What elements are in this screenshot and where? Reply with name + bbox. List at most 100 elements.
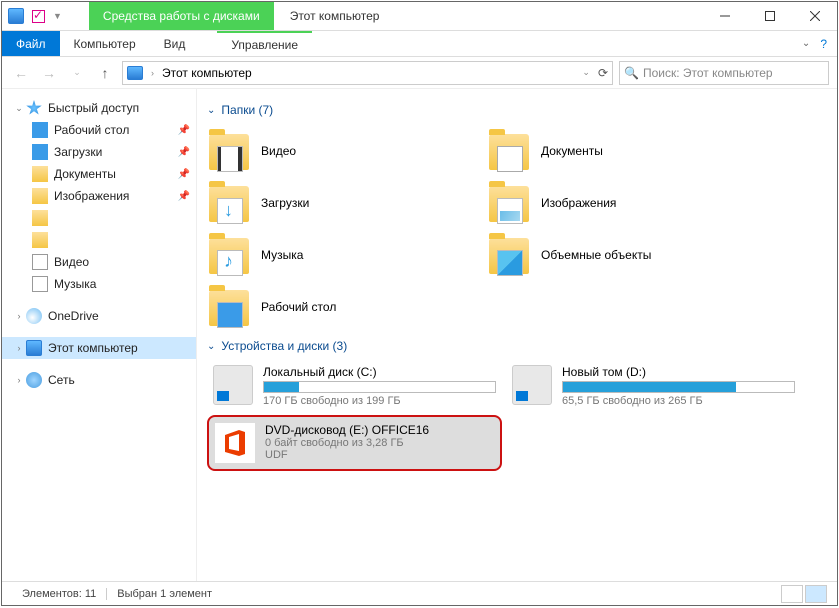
nav-item-label: Рабочий стол bbox=[54, 123, 129, 137]
details-view-button[interactable] bbox=[781, 585, 803, 603]
nav-onedrive[interactable]: › OneDrive bbox=[2, 305, 196, 327]
folder-item[interactable]: Документы bbox=[487, 125, 767, 177]
chevron-down-icon: ⌄ bbox=[207, 341, 215, 352]
tab-manage[interactable]: Управление bbox=[217, 31, 312, 56]
folder-item[interactable]: Рабочий стол bbox=[207, 281, 487, 333]
tab-computer[interactable]: Компьютер bbox=[60, 31, 150, 56]
folder-name: Объемные объекты bbox=[541, 248, 651, 262]
drive-name: DVD-дисковод (E:) OFFICE16 bbox=[265, 423, 494, 437]
group-drives[interactable]: ⌄ Устройства и диски (3) bbox=[207, 339, 827, 353]
drive-free: 170 ГБ свободно из 199 ГБ bbox=[263, 395, 496, 407]
folder-item[interactable]: Музыка bbox=[207, 229, 487, 281]
chevron-right-icon[interactable]: › bbox=[12, 311, 26, 321]
minimize-button[interactable] bbox=[702, 2, 747, 30]
drive-name: Новый том (D:) bbox=[562, 365, 795, 379]
address-dropdown-icon[interactable]: ⌄ bbox=[580, 67, 592, 78]
ribbon-expand-icon[interactable]: ⌄ bbox=[802, 38, 810, 49]
chevron-down-icon: ⌄ bbox=[207, 105, 215, 116]
desktop-icon bbox=[32, 122, 48, 138]
sidebar-item[interactable]: Музыка bbox=[2, 273, 196, 295]
drive-free: 0 байт свободно из 3,28 ГБ bbox=[265, 437, 494, 449]
drive-fs: UDF bbox=[265, 449, 494, 461]
pics-icon bbox=[32, 188, 48, 204]
drive-info: Локальный диск (C:) 170 ГБ свободно из 1… bbox=[263, 365, 496, 407]
sidebar-item[interactable]: Видео bbox=[2, 251, 196, 273]
tab-view[interactable]: Вид bbox=[150, 31, 200, 56]
folder-icon bbox=[209, 182, 251, 224]
folder-icon bbox=[209, 286, 251, 328]
chevron-right-icon[interactable]: › bbox=[149, 68, 156, 78]
drive-info: Новый том (D:) 65,5 ГБ свободно из 265 Г… bbox=[562, 365, 795, 407]
nav-label: Этот компьютер bbox=[48, 341, 138, 355]
explorer-window: ▼ Средства работы с дисками Этот компьют… bbox=[1, 1, 838, 606]
chevron-down-icon[interactable]: ⌄ bbox=[12, 103, 26, 114]
sidebar-item[interactable]: Загрузки📌 bbox=[2, 141, 196, 163]
chevron-right-icon[interactable]: › bbox=[12, 375, 26, 385]
yfold-icon bbox=[32, 210, 48, 226]
folder-item[interactable]: Видео bbox=[207, 125, 487, 177]
up-button[interactable]: ↑ bbox=[94, 62, 116, 84]
nav-item-label: Изображения bbox=[54, 189, 129, 203]
maximize-button[interactable] bbox=[747, 2, 792, 30]
nav-item-label: Видео bbox=[54, 255, 89, 269]
video-icon bbox=[32, 254, 48, 270]
nav-this-pc[interactable]: › Этот компьютер bbox=[2, 337, 196, 359]
forward-button[interactable]: → bbox=[38, 62, 60, 84]
recent-dropdown-icon[interactable]: ⌄ bbox=[66, 62, 88, 84]
chevron-right-icon[interactable]: › bbox=[12, 343, 26, 353]
sidebar-item[interactable]: Документы📌 bbox=[2, 163, 196, 185]
folder-icon bbox=[489, 182, 531, 224]
nav-network[interactable]: › Сеть bbox=[2, 369, 196, 391]
nav-quick-access[interactable]: ⌄ Быстрый доступ bbox=[2, 97, 196, 119]
folder-name: Видео bbox=[261, 144, 296, 158]
group-label: Устройства и диски (3) bbox=[221, 339, 347, 353]
help-icon[interactable]: ? bbox=[820, 37, 827, 51]
drive-d[interactable]: Новый том (D:) 65,5 ГБ свободно из 265 Г… bbox=[506, 361, 801, 411]
search-input[interactable]: 🔍 Поиск: Этот компьютер bbox=[619, 61, 829, 85]
folder-item[interactable]: Изображения bbox=[487, 177, 767, 229]
tiles-view-button[interactable] bbox=[805, 585, 827, 603]
pin-icon: 📌 bbox=[178, 191, 190, 202]
group-folders[interactable]: ⌄ Папки (7) bbox=[207, 103, 827, 117]
folders-grid: Видео ДокументыЗагрузки Изображения Музыка О… bbox=[207, 125, 827, 333]
drive-dvd-office16[interactable]: DVD-дисковод (E:) OFFICE16 0 байт свобод… bbox=[207, 415, 502, 471]
address-bar[interactable]: › Этот компьютер ⌄ ⟳ bbox=[122, 61, 613, 85]
folder-icon bbox=[489, 234, 531, 276]
sidebar-item[interactable]: Изображения 📌 bbox=[2, 185, 196, 207]
download-icon bbox=[32, 144, 48, 160]
hdd-icon bbox=[512, 365, 552, 405]
sidebar-item[interactable]: Рабочий стол📌 bbox=[2, 119, 196, 141]
refresh-icon[interactable]: ⟳ bbox=[598, 66, 608, 80]
hdd-icon bbox=[213, 365, 253, 405]
nav-label: Быстрый доступ bbox=[48, 101, 139, 115]
folder-name: Изображения bbox=[541, 196, 616, 210]
file-tab[interactable]: Файл bbox=[2, 31, 60, 56]
qat-chevron-icon[interactable]: ▼ bbox=[53, 11, 62, 21]
close-button[interactable] bbox=[792, 2, 837, 30]
window-controls bbox=[702, 2, 837, 30]
office-icon bbox=[215, 423, 255, 463]
search-icon: 🔍 bbox=[624, 66, 639, 80]
back-button[interactable]: ← bbox=[10, 62, 32, 84]
folder-item[interactable]: Загрузки bbox=[207, 177, 487, 229]
props-icon[interactable] bbox=[32, 10, 45, 23]
drive-free: 65,5 ГБ свободно из 265 ГБ bbox=[562, 395, 795, 407]
status-bar: Элементов: 11 Выбран 1 элемент bbox=[2, 581, 837, 605]
sidebar-item[interactable] bbox=[2, 229, 196, 251]
explorer-body: ⌄ Быстрый доступ Рабочий стол📌Загрузки📌Д… bbox=[2, 89, 837, 581]
folder-item[interactable]: Объемные объекты bbox=[487, 229, 767, 281]
docs-icon bbox=[32, 166, 48, 182]
folder-name: Рабочий стол bbox=[261, 300, 336, 314]
context-tab-header: Средства работы с дисками bbox=[89, 2, 274, 30]
drive-c[interactable]: Локальный диск (C:) 170 ГБ свободно из 1… bbox=[207, 361, 502, 411]
folder-icon bbox=[489, 130, 531, 172]
search-placeholder: Поиск: Этот компьютер bbox=[643, 66, 773, 80]
breadcrumb[interactable]: Этот компьютер bbox=[162, 66, 252, 80]
drive-name: Локальный диск (C:) bbox=[263, 365, 496, 379]
yfold-icon bbox=[32, 232, 48, 248]
window-title: Этот компьютер bbox=[274, 2, 702, 30]
nav-item-label: Музыка bbox=[54, 277, 96, 291]
folder-icon bbox=[209, 234, 251, 276]
sidebar-item[interactable] bbox=[2, 207, 196, 229]
onedrive-icon bbox=[26, 308, 42, 324]
